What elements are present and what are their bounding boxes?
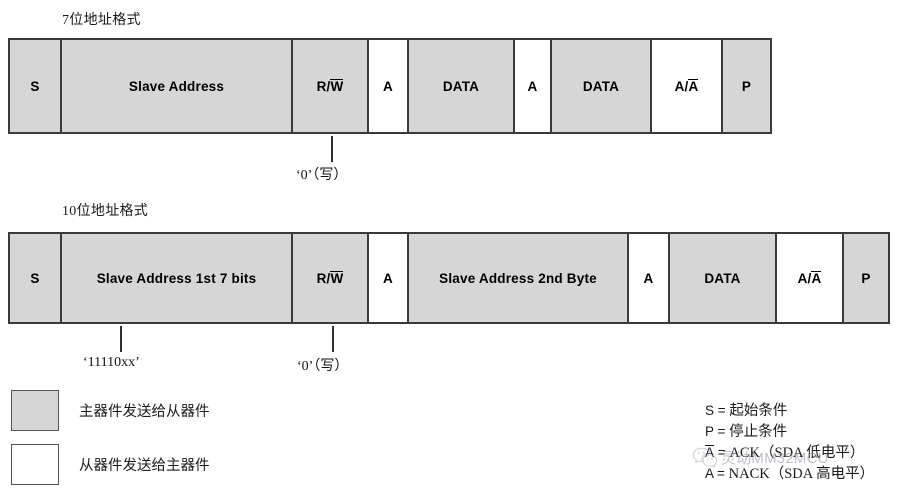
frame10-cell-5-label: A <box>643 270 654 286</box>
frame7-cell-7-overline: A <box>688 78 699 94</box>
frame7-cell-2: R/W <box>293 40 369 132</box>
legend-label-master: 主器件发送给从器件 <box>79 404 210 420</box>
frame7-cell-7: A/A <box>652 40 723 132</box>
legend-item-slave-to-master: 从器件发送给主器件 <box>11 444 210 485</box>
frame7-cell-0: S <box>10 40 62 132</box>
frame7-cell-4: DATA <box>409 40 515 132</box>
frame10-cell-0-label: S <box>30 270 40 286</box>
callout-rw-10bit: ‘0’（写） <box>297 359 349 374</box>
frame-7bit-address-format: S Slave Address R/W A DATA A DATA A/A P <box>8 38 772 134</box>
frame10-cell-1: Slave Address 1st 7 bits <box>62 234 293 322</box>
frame7-cell-6-label: DATA <box>582 78 620 94</box>
frame7-cell-8: P <box>723 40 770 132</box>
key-line-1: P = 停止条件 <box>705 421 874 442</box>
key-text-3: NACK（SDA 高电平） <box>728 466 875 482</box>
callout-address-10bit: ‘11110xx’ <box>83 355 140 370</box>
key-line-2: A = ACK（SDA 低电平） <box>705 442 874 463</box>
key-symbol-2: A <box>705 445 715 460</box>
frame7-cell-5-label: A <box>527 78 538 94</box>
frame10-cell-4-label: Slave Address 2nd Byte <box>439 270 597 286</box>
frame7-cell-7-label: A/ <box>674 78 689 94</box>
key-equals-1: = <box>713 424 730 439</box>
key-text-1: 停止条件 <box>729 424 788 440</box>
frame10-cell-6-label: DATA <box>704 270 741 286</box>
leader-line-rw-7bit <box>331 136 333 162</box>
section-title-7bit: 7位地址格式 <box>62 13 141 28</box>
frame10-cell-7-overline: A <box>811 270 822 286</box>
section-title-10bit: 10位地址格式 <box>62 204 149 219</box>
frame10-cell-7-label: A/ <box>797 270 812 286</box>
frame10-cell-3-label: A <box>383 270 393 286</box>
frame7-cell-8-label: P <box>741 78 752 94</box>
frame10-cell-8: P <box>844 234 888 322</box>
frame10-cell-2-overline: W <box>330 270 344 286</box>
legend-swatch-slave <box>11 444 59 485</box>
frame10-cell-2-label: R/ <box>316 270 331 286</box>
legend-swatch-master <box>11 390 59 431</box>
frame7-cell-4-label: DATA <box>442 78 480 94</box>
frame7-cell-0-label: S <box>30 78 40 94</box>
key-equals-0: = <box>714 403 730 418</box>
diagram-canvas: 7位地址格式 S Slave Address R/W A DATA A DATA A/A P ‘… <box>0 0 908 500</box>
frame10-cell-6: DATA <box>670 234 777 322</box>
frame7-cell-5: A <box>515 40 552 132</box>
frame7-cell-2-label: R/ <box>316 78 331 94</box>
frame-10bit-address-format: S Slave Address 1st 7 bits R/W A Slave Addre… <box>8 232 890 324</box>
frame7-cell-3-label: A <box>383 78 393 94</box>
callout-rw-7bit: ‘0’（写） <box>296 168 348 183</box>
frame10-cell-8-label: P <box>861 270 871 286</box>
frame7-cell-6: DATA <box>552 40 652 132</box>
legend-item-master-to-slave: 主器件发送给从器件 <box>11 390 210 431</box>
key-text-2: ACK（SDA 低电平） <box>729 445 865 461</box>
frame7-cell-1: Slave Address <box>62 40 293 132</box>
frame10-cell-1-label: Slave Address 1st 7 bits <box>96 270 257 286</box>
frame10-cell-3: A <box>369 234 409 322</box>
key-line-0: S = 起始条件 <box>705 400 874 421</box>
symbol-key-list: S = 起始条件 P = 停止条件 A = ACK（SDA 低电平） A = NACK… <box>705 400 874 484</box>
key-equals-3: = <box>713 466 729 481</box>
frame10-cell-4: Slave Address 2nd Byte <box>409 234 629 322</box>
key-equals-2: = <box>714 445 730 460</box>
frame10-cell-5: A <box>629 234 670 322</box>
key-line-3: A = NACK（SDA 高电平） <box>705 463 874 484</box>
key-text-0: 起始条件 <box>729 403 788 419</box>
key-symbol-1: P <box>705 424 714 439</box>
frame10-cell-7: A/A <box>777 234 844 322</box>
frame7-cell-3: A <box>369 40 409 132</box>
frame7-cell-1-label: Slave Address <box>128 78 225 94</box>
leader-line-rw-10bit <box>332 326 334 352</box>
leader-line-address-10bit <box>120 326 122 352</box>
frame10-cell-2: R/W <box>293 234 369 322</box>
frame7-cell-2-overline: W <box>330 78 344 94</box>
legend-label-slave: 从器件发送给主器件 <box>79 458 210 474</box>
key-symbol-0: S <box>705 403 715 418</box>
frame10-cell-0: S <box>10 234 62 322</box>
